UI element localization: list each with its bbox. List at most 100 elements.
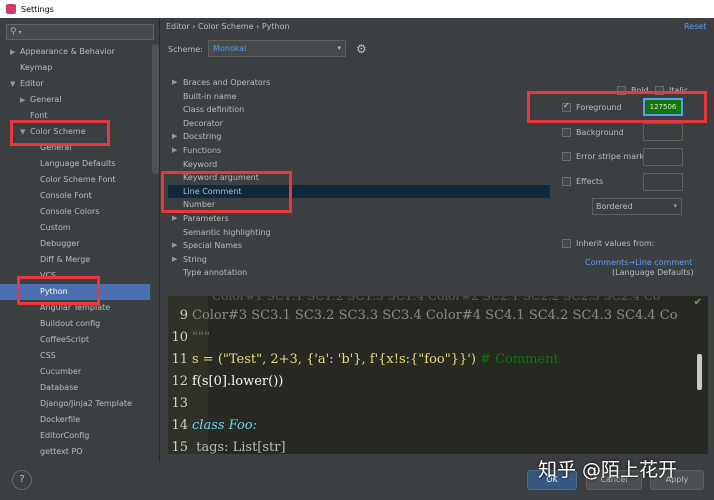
color-element-label: Docstring xyxy=(183,132,222,142)
line-number: 9 xyxy=(179,308,188,323)
color-element-item[interactable]: Keyword xyxy=(168,158,550,172)
sidebar-item[interactable]: Console Font xyxy=(0,188,150,204)
search-input[interactable]: ⚲ ▾ xyxy=(6,24,154,40)
sidebar-item[interactable]: Buildout config xyxy=(0,316,150,332)
chevron-right-icon[interactable]: ▶ xyxy=(172,239,177,253)
sidebar-item[interactable]: ▼ Editor xyxy=(0,76,150,92)
scheme-select[interactable]: Monokai ▾ xyxy=(208,40,346,57)
sidebar-item-label: Buildout config xyxy=(40,319,101,328)
search-dropdown-icon[interactable]: ▾ xyxy=(19,29,22,36)
highlight-python xyxy=(17,276,100,305)
sidebar-item-label: Font xyxy=(30,111,48,120)
background-row[interactable]: Background xyxy=(562,128,624,137)
color-element-item[interactable]: Class definition xyxy=(168,103,550,117)
chevron-right-icon[interactable]: ▶ xyxy=(172,144,177,158)
help-button[interactable]: ? xyxy=(12,470,32,490)
chevron-down-icon[interactable]: ▼ xyxy=(10,76,20,92)
sidebar-item[interactable]: Diff & Merge xyxy=(0,252,150,268)
chevron-right-icon[interactable]: ▶ xyxy=(10,44,20,60)
app-icon xyxy=(6,4,16,14)
sidebar-item-label: Dockerfile xyxy=(40,415,81,424)
color-element-label: Built-in name xyxy=(183,91,237,101)
sidebar-item[interactable]: EditorConfig xyxy=(0,428,150,444)
preview-line: 10 """ xyxy=(168,327,210,349)
sidebar-item[interactable]: Console Colors xyxy=(0,204,150,220)
chevron-right-icon[interactable]: ▶ xyxy=(20,92,30,108)
highlight-color-scheme xyxy=(10,120,110,146)
line-number: 10 xyxy=(171,330,188,345)
color-element-label: Braces and Operators xyxy=(183,78,271,87)
color-element-item[interactable]: ▶ Functions xyxy=(168,144,550,158)
preview-scrollbar[interactable] xyxy=(697,354,702,390)
code-preview[interactable]: Color#1 SC1.1 SC1.2 SC1.3 SC1.4 Color#2 … xyxy=(168,296,708,454)
sidebar-item[interactable]: ▶ General xyxy=(0,92,150,108)
gear-icon[interactable]: ⚙ xyxy=(356,42,370,56)
watermark-text: 知乎 @陌上花开 xyxy=(538,459,678,481)
reset-link[interactable]: Reset xyxy=(684,22,706,31)
chevron-right-icon[interactable]: ▶ xyxy=(172,76,177,90)
scheme-label: Scheme: xyxy=(168,45,203,54)
color-element-item[interactable]: ▶ Parameters xyxy=(168,212,550,226)
error-stripe-row[interactable]: Error stripe mark xyxy=(562,152,644,161)
sidebar-item[interactable]: Custom xyxy=(0,220,150,236)
sidebar-item-label: Django/Jinja2 Template xyxy=(40,399,132,408)
title-bar: Settings xyxy=(0,0,714,18)
chevron-right-icon[interactable]: ▶ xyxy=(172,130,177,144)
chevron-down-icon: ▾ xyxy=(337,44,341,52)
sidebar-item[interactable]: ▶ Appearance & Behavior xyxy=(0,44,150,60)
sidebar-item-label: EditorConfig xyxy=(40,431,90,440)
line-number: 14 xyxy=(171,418,188,433)
inherit-row[interactable]: Inherit values from: xyxy=(562,239,655,248)
sidebar-item[interactable]: Dockerfile xyxy=(0,412,150,428)
color-element-label: Functions xyxy=(183,145,222,155)
chevron-right-icon[interactable]: ▶ xyxy=(172,253,177,267)
effects-checkbox[interactable] xyxy=(562,177,571,186)
breadcrumb: Editor › Color Scheme › Python xyxy=(166,22,290,31)
color-element-label: Class definition xyxy=(183,105,245,115)
color-element-item[interactable]: Type annotation xyxy=(168,266,550,280)
sidebar-scrollbar[interactable] xyxy=(152,44,159,174)
preview-line: 15 tags: List[str] xyxy=(168,437,285,454)
search-icon: ⚲ xyxy=(10,27,17,37)
line-number: 15 xyxy=(171,440,188,454)
sidebar-item[interactable]: Database xyxy=(0,380,150,396)
sidebar-item[interactable]: CSS xyxy=(0,348,150,364)
color-element-item[interactable]: Decorator xyxy=(168,117,550,131)
line-code: f(s[0].lower()) xyxy=(192,374,284,389)
sidebar-item-label: Diff & Merge xyxy=(40,255,91,264)
error-stripe-label: Error stripe mark xyxy=(576,152,645,161)
error-stripe-color-field[interactable] xyxy=(643,148,683,166)
sidebar-item[interactable]: Keymap xyxy=(0,60,150,76)
line-code: Color#3 SC3.1 SC3.2 SC3.3 SC3.4 Color#4 … xyxy=(192,308,678,323)
color-element-item[interactable]: Semantic highlighting xyxy=(168,226,550,240)
inherit-checkbox[interactable] xyxy=(562,239,571,248)
settings-tree: ▶ Appearance & Behavior Keymap ▼ Editor ▶ Gene… xyxy=(0,44,150,460)
sidebar-item[interactable]: Color Scheme Font xyxy=(0,172,150,188)
color-element-item[interactable]: ▶ Braces and Operators xyxy=(168,76,550,90)
background-color-field[interactable] xyxy=(643,123,683,141)
sidebar-item[interactable]: Language Defaults xyxy=(0,156,150,172)
effects-row[interactable]: Effects xyxy=(562,177,603,186)
error-stripe-checkbox[interactable] xyxy=(562,152,571,161)
sidebar-item[interactable]: gettext PO xyxy=(0,444,150,460)
effects-color-field[interactable] xyxy=(643,173,683,191)
sidebar-item[interactable]: Debugger xyxy=(0,236,150,252)
effect-type-select[interactable]: Bordered ▾ xyxy=(592,198,682,215)
sidebar-item-label: Debugger xyxy=(40,239,80,248)
sidebar-item[interactable]: Django/Jinja2 Template xyxy=(0,396,150,412)
color-element-label: Parameters xyxy=(183,213,229,223)
background-label: Background xyxy=(576,128,624,137)
sidebar-item-label: General xyxy=(30,95,62,104)
chevron-right-icon[interactable]: ▶ xyxy=(172,212,177,226)
settings-sidebar: ⚲ ▾ ▶ Appearance & Behavior Keymap ▼ Editor ▶… xyxy=(0,18,160,462)
sidebar-item[interactable]: CoffeeScript xyxy=(0,332,150,348)
sidebar-item-label: gettext PO xyxy=(40,447,83,456)
color-element-item[interactable]: Built-in name xyxy=(168,90,550,104)
color-element-item[interactable]: ▶ Special Names xyxy=(168,239,550,253)
inherit-link[interactable]: Comments→Line comment xyxy=(585,258,692,267)
color-element-item[interactable]: ▶ Docstring xyxy=(168,130,550,144)
line-number: 11 xyxy=(171,352,188,367)
color-element-item[interactable]: ▶ String xyxy=(168,253,550,267)
background-checkbox[interactable] xyxy=(562,128,571,137)
sidebar-item[interactable]: Cucumber xyxy=(0,364,150,380)
